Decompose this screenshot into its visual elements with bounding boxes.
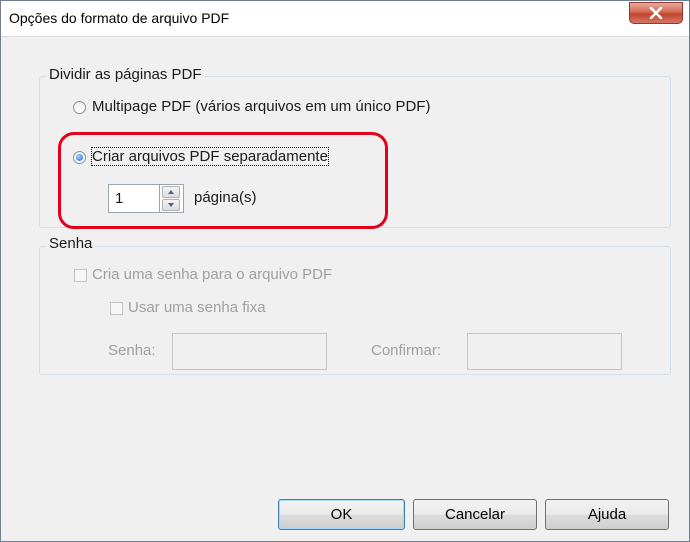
window-title: Opções do formato de arquivo PDF	[9, 10, 230, 26]
fixed-password-checkbox[interactable]	[110, 302, 123, 315]
split-pages-group-label: Dividir as páginas PDF	[46, 66, 205, 83]
fixed-password-label[interactable]: Usar uma senha fixa	[128, 299, 266, 316]
close-icon	[649, 7, 663, 19]
confirm-password-field[interactable]	[467, 333, 622, 370]
title-bar: Opções do formato de arquivo PDF	[1, 1, 689, 37]
spin-down-button[interactable]	[162, 199, 180, 211]
dialog-window: Opções do formato de arquivo PDF Dividir…	[0, 0, 690, 542]
multipage-label[interactable]: Multipage PDF (vários arquivos em um úni…	[92, 98, 430, 115]
pages-spinner	[160, 184, 184, 213]
separate-files-label[interactable]: Criar arquivos PDF separadamente	[91, 147, 329, 166]
create-password-label[interactable]: Cria uma senha para o arquivo PDF	[92, 266, 332, 283]
arrow-up-icon	[168, 190, 174, 194]
close-button[interactable]	[629, 2, 683, 24]
password-field[interactable]	[172, 333, 327, 370]
confirm-label: Confirmar:	[371, 342, 442, 359]
create-password-checkbox[interactable]	[74, 269, 87, 282]
multipage-radio[interactable]	[73, 101, 86, 114]
ok-button[interactable]: OK	[278, 499, 405, 530]
password-label: Senha:	[108, 342, 156, 359]
password-group-label: Senha	[46, 235, 96, 252]
separate-files-radio[interactable]	[73, 151, 86, 164]
cancel-button[interactable]: Cancelar	[413, 499, 537, 530]
help-button[interactable]: Ajuda	[545, 499, 669, 530]
pages-count-input[interactable]: 1	[108, 184, 160, 213]
pages-unit-label: página(s)	[194, 189, 257, 206]
arrow-down-icon	[168, 203, 174, 207]
spin-up-button[interactable]	[162, 186, 180, 198]
